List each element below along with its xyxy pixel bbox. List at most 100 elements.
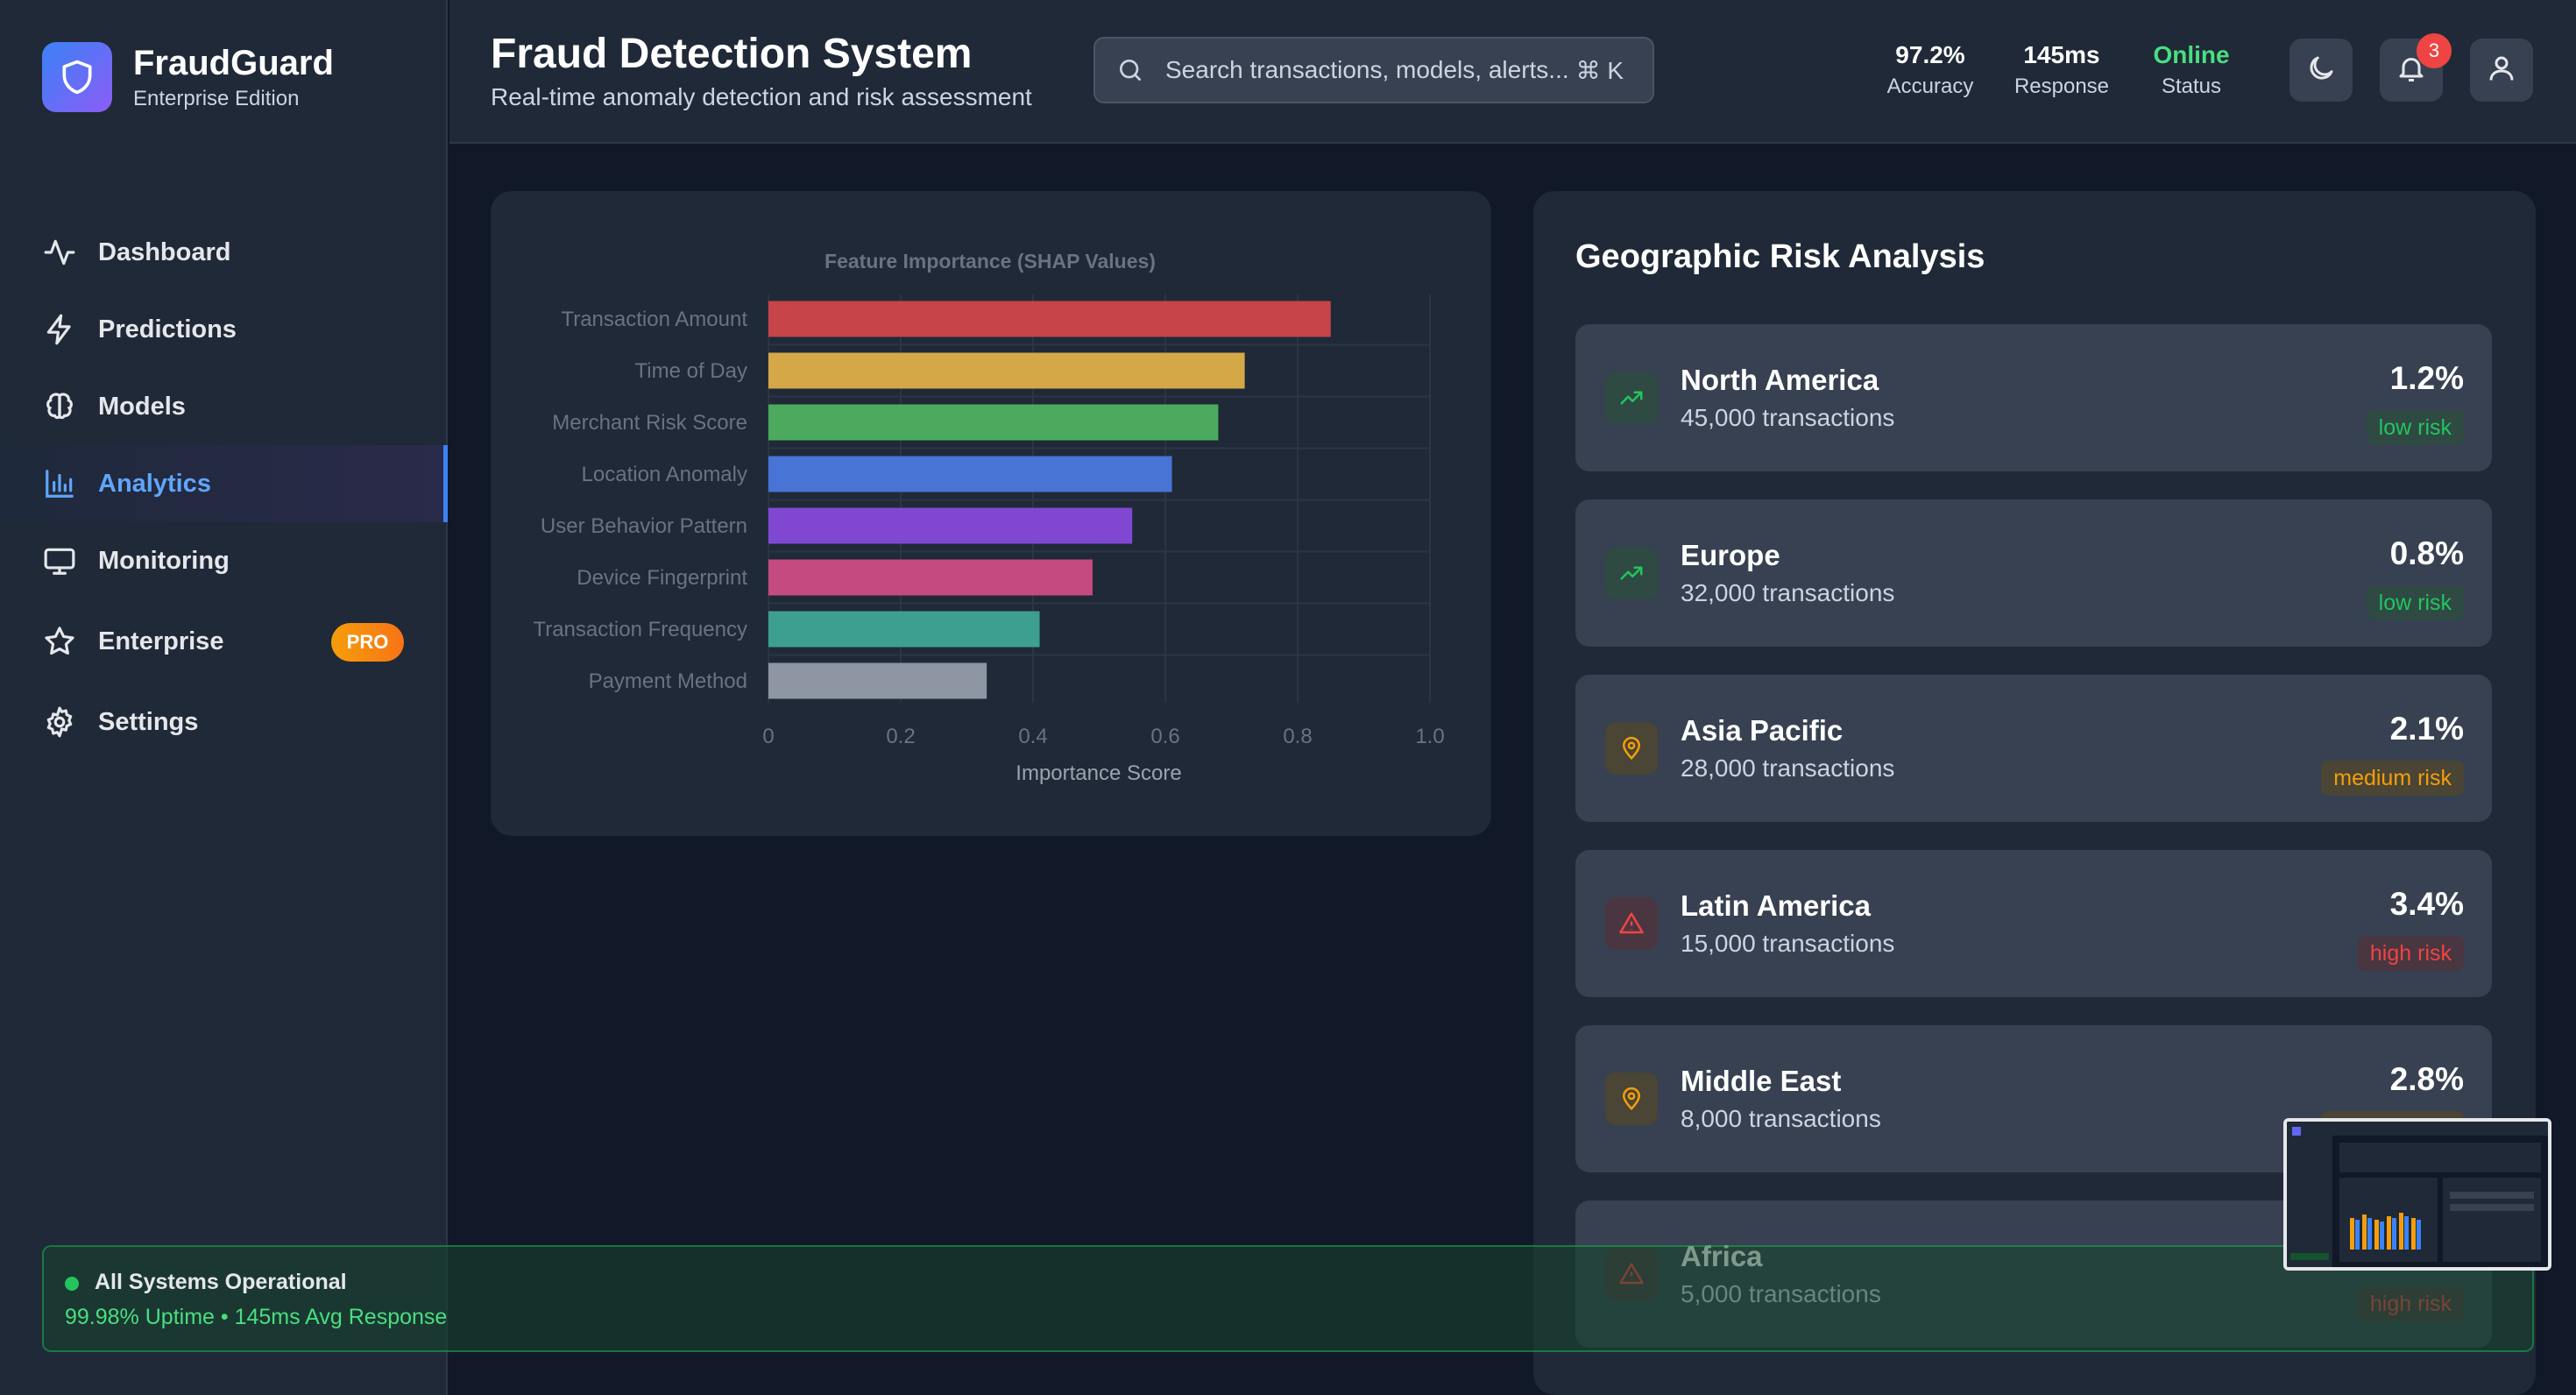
- moon-icon: [2305, 53, 2337, 89]
- region-fraud-rate: 0.8%: [2389, 535, 2464, 571]
- sidebar-item-analytics[interactable]: Analytics: [0, 445, 448, 522]
- search-input[interactable]: Search transactions, models, alerts... ⌘…: [1093, 37, 1654, 103]
- region-risk-badge: medium risk: [2321, 761, 2464, 796]
- region-card-latin-america[interactable]: Latin America 15,000 transactions 3.4% high…: [1575, 850, 2492, 997]
- chart-title: Feature Importance (SHAP Values): [824, 250, 1156, 273]
- sidebar-item-monitoring[interactable]: Monitoring: [0, 522, 448, 599]
- sidebar-item-label: Predictions: [98, 315, 237, 343]
- top-header: Fraud Detection System Real-time anomaly…: [449, 0, 2576, 144]
- y-tick-label: Payment Method: [589, 669, 747, 693]
- region-fraud-rate: 1.2%: [2389, 360, 2464, 396]
- region-card-europe[interactable]: Europe 32,000 transactions 0.8% low risk: [1575, 499, 2492, 647]
- region-transactions: 15,000 transactions: [1681, 930, 1895, 957]
- map-pin-icon: [1605, 1073, 1658, 1125]
- bar-location-anomaly[interactable]: [768, 456, 1172, 492]
- search-shortcut: ⌘ K: [1575, 56, 1624, 84]
- search-icon: [1115, 54, 1146, 86]
- bar-time-of-day[interactable]: [768, 352, 1245, 389]
- user-icon: [2486, 53, 2517, 89]
- response-label: Response: [2013, 74, 2110, 98]
- trending-up-icon: [1605, 372, 1658, 424]
- brain-icon: [42, 389, 77, 424]
- bar-transaction-frequency[interactable]: [768, 611, 1040, 648]
- region-name: Asia Pacific: [1681, 714, 1844, 747]
- y-tick-label: Transaction Amount: [561, 308, 747, 331]
- bar-merchant-risk-score[interactable]: [768, 404, 1219, 441]
- y-tick-label: Transaction Frequency: [533, 618, 747, 641]
- region-risk-badge: low risk: [2366, 410, 2464, 445]
- sidebar-nav: Dashboard Predictions Models Analytics M…: [0, 214, 448, 761]
- brand[interactable]: FraudGuard Enterprise Edition: [42, 42, 334, 112]
- region-transactions: 28,000 transactions: [1681, 754, 1895, 782]
- map-pin-icon: [1605, 722, 1658, 775]
- response-stat: 145ms Response: [2000, 40, 2123, 100]
- bar-device-fingerprint[interactable]: [768, 559, 1093, 596]
- sidebar-item-label: Enterprise: [98, 627, 224, 655]
- sidebar: FraudGuard Enterprise Edition Dashboard …: [0, 0, 448, 1395]
- y-tick-label: Merchant Risk Score: [552, 411, 747, 435]
- sidebar-item-dashboard[interactable]: Dashboard: [0, 214, 448, 291]
- region-name: North America: [1681, 364, 1879, 396]
- y-tick-label: Time of Day: [635, 359, 747, 383]
- x-tick-label: 0.8: [1283, 725, 1312, 748]
- sidebar-item-predictions[interactable]: Predictions: [0, 291, 448, 368]
- region-card-north-america[interactable]: North America 45,000 transactions 1.2% low …: [1575, 324, 2492, 471]
- trending-up-icon: [1605, 547, 1658, 599]
- x-tick-label: 0: [762, 725, 774, 748]
- user-menu-button[interactable]: [2470, 39, 2533, 102]
- x-tick-label: 0.2: [886, 725, 915, 748]
- sidebar-item-models[interactable]: Models: [0, 368, 448, 445]
- y-tick-label: User Behavior Pattern: [541, 514, 747, 538]
- activity-icon: [42, 235, 77, 270]
- bar-transaction-amount[interactable]: [768, 301, 1331, 337]
- accuracy-stat: 97.2% Accuracy: [1869, 40, 1992, 100]
- region-fraud-rate: 2.1%: [2389, 711, 2464, 747]
- region-risk-badge: low risk: [2366, 585, 2464, 620]
- region-name: Europe: [1681, 539, 1780, 571]
- y-tick-label: Location Anomaly: [582, 463, 747, 486]
- sidebar-item-settings[interactable]: Settings: [0, 683, 448, 761]
- status-title: All Systems Operational: [95, 1270, 347, 1294]
- bar-chart-icon: [42, 466, 77, 501]
- sidebar-item-label: Analytics: [98, 469, 211, 498]
- sidebar-item-enterprise[interactable]: Enterprise PRO: [0, 599, 448, 683]
- page-subtitle: Real-time anomaly detection and risk ass…: [491, 83, 1032, 110]
- chart-xlabel: Importance Score: [1016, 761, 1181, 785]
- page-title: Fraud Detection System: [491, 31, 973, 77]
- y-tick-label: Device Fingerprint: [577, 566, 747, 590]
- feature-importance-chart: Feature Importance (SHAP Values) Importa…: [533, 250, 1444, 785]
- x-tick-label: 1.0: [1415, 725, 1444, 748]
- search-placeholder: Search transactions, models, alerts...: [1165, 56, 1569, 83]
- star-icon: [42, 624, 77, 659]
- accuracy-value: 97.2%: [1895, 41, 1965, 68]
- screen-preview-thumbnail[interactable]: [2283, 1118, 2551, 1271]
- brand-edition: Enterprise Edition: [133, 87, 300, 110]
- x-tick-label: 0.4: [1018, 725, 1047, 748]
- theme-toggle-button[interactable]: [2289, 39, 2353, 102]
- status-label: Status: [2161, 74, 2222, 98]
- status-value: Online: [2153, 41, 2230, 68]
- region-name: Middle East: [1681, 1065, 1842, 1097]
- notification-count-badge: 3: [2417, 33, 2452, 68]
- region-name: Latin America: [1681, 889, 1872, 922]
- status-detail: 99.98% Uptime • 145ms Avg Response: [65, 1305, 448, 1329]
- feature-importance-card: Feature Importance (SHAP Values) Importa…: [491, 191, 1491, 836]
- sidebar-item-label: Models: [98, 392, 186, 421]
- bar-payment-method[interactable]: [768, 662, 987, 699]
- brand-name: FraudGuard: [133, 44, 334, 82]
- region-risk-badge: high risk: [2357, 936, 2464, 971]
- sidebar-item-label: Settings: [98, 707, 199, 736]
- region-fraud-rate: 3.4%: [2389, 886, 2464, 922]
- lightning-icon: [42, 312, 77, 347]
- region-transactions: 8,000 transactions: [1681, 1105, 1881, 1132]
- sidebar-item-label: Monitoring: [98, 546, 230, 575]
- shield-icon: [42, 42, 112, 112]
- status-dot: [65, 1277, 79, 1291]
- region-card-asia-pacific[interactable]: Asia Pacific 28,000 transactions 2.1% mediu…: [1575, 675, 2492, 822]
- accuracy-label: Accuracy: [1886, 74, 1974, 98]
- region-transactions: 32,000 transactions: [1681, 579, 1895, 606]
- geo-title: Geographic Risk Analysis: [1575, 238, 1985, 275]
- bar-user-behavior-pattern[interactable]: [768, 507, 1133, 544]
- system-status-banner: All Systems Operational 99.98% Uptime • …: [42, 1245, 2534, 1352]
- pro-badge: PRO: [331, 623, 404, 662]
